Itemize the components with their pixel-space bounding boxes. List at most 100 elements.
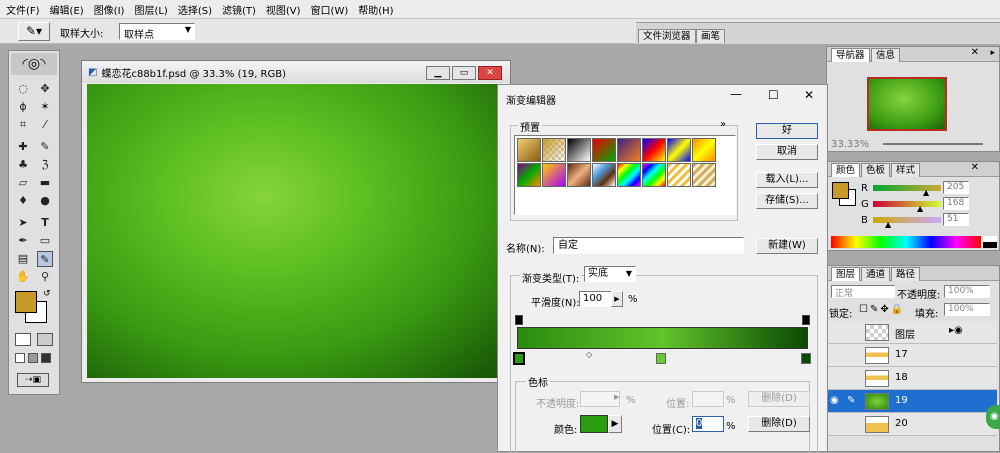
color-midpoint-icon[interactable]: ◇ (586, 350, 592, 359)
lock-icons[interactable]: ☐✎✥🔒 (859, 304, 905, 315)
preset-transparent-stripes[interactable] (667, 163, 691, 187)
navigator-zoom[interactable]: 33.33% (831, 139, 869, 150)
fill-field[interactable]: 100% (944, 303, 990, 316)
stop-color-swatch[interactable] (580, 415, 608, 433)
crop-tool-icon[interactable]: ⌗ (15, 117, 31, 133)
name-input[interactable]: 自定 (553, 237, 744, 254)
healing-brush-icon[interactable]: ✚ (15, 139, 31, 155)
dodge-tool-icon[interactable]: ● (37, 193, 53, 209)
tab-brushes[interactable]: 画笔 (696, 29, 726, 43)
jump-to-imageready-icon[interactable]: ⇢▣ (17, 373, 49, 387)
dialog-close-icon[interactable]: ✕ (804, 88, 814, 102)
gradient-type-select[interactable]: 实底 ▼ (584, 266, 636, 282)
tab-navigator[interactable]: 导航器 (831, 48, 870, 62)
stop-location-input[interactable] (692, 391, 724, 407)
preset-blue-red-yellow[interactable] (642, 138, 666, 162)
g-value-field[interactable]: 168 (943, 197, 969, 210)
panel-close-icon[interactable]: ✕ (971, 47, 979, 58)
b-value-field[interactable]: 51 (943, 213, 969, 226)
blur-tool-icon[interactable]: ♦ (15, 193, 31, 209)
presets-menu-icon[interactable]: » (720, 119, 726, 130)
preset-fg-bg[interactable] (517, 138, 541, 162)
r-slider-thumb-icon[interactable]: ▲ (923, 188, 929, 197)
opacity-stop-left[interactable] (515, 315, 523, 325)
save-button[interactable]: 存储(S)... (756, 193, 818, 209)
dialog-minimize-icon[interactable]: — (730, 87, 742, 101)
preset-black-white[interactable] (567, 138, 591, 162)
maximize-button[interactable]: ▭ (452, 66, 476, 80)
menu-filter[interactable]: 滤镜(T) (222, 2, 256, 17)
menu-layer[interactable]: 图层(L) (134, 2, 167, 17)
preset-spectrum[interactable] (617, 163, 641, 187)
color-stop-middle[interactable] (656, 353, 666, 364)
clone-stamp-icon[interactable]: ♣ (15, 157, 31, 173)
menu-select[interactable]: 选择(S) (178, 2, 212, 17)
gradient-tool-icon[interactable]: ▬ (37, 175, 53, 191)
tab-file-browser[interactable]: 文件浏览器 (638, 29, 696, 43)
new-button[interactable]: 新建(W) (756, 238, 818, 254)
close-button[interactable]: ✕ (478, 66, 502, 80)
b-slider-thumb-icon[interactable]: ▲ (885, 220, 891, 229)
tab-color[interactable]: 颜色 (831, 163, 861, 177)
quickmask-standard-icon[interactable] (15, 333, 31, 346)
menu-edit[interactable]: 编辑(E) (50, 2, 84, 17)
r-slider[interactable] (873, 185, 941, 191)
preset-violet-orange[interactable] (617, 138, 641, 162)
eyedropper-tool-icon[interactable]: ✎ (37, 251, 53, 267)
preset-violet-green-orange[interactable] (517, 163, 541, 187)
tab-paths[interactable]: 路径 (891, 267, 921, 281)
delete-color-stop-button[interactable]: 删除(D) (748, 416, 810, 432)
layer-row[interactable]: 图层 ▸◉ (827, 321, 997, 344)
marquee-tool-icon[interactable]: ◌ (15, 81, 31, 97)
tab-channels[interactable]: 通道 (861, 267, 891, 281)
minimize-button[interactable]: ▁ (426, 66, 450, 80)
preset-orange-yellow[interactable] (692, 138, 716, 162)
panel-close-icon[interactable]: ✕ (971, 162, 979, 173)
gradient-bar[interactable] (517, 327, 808, 349)
history-brush-icon[interactable]: ℨ (37, 157, 53, 173)
path-select-icon[interactable]: ➤ (15, 215, 31, 231)
color-panel-foreground[interactable] (832, 182, 849, 199)
screen-mode-full-menu-icon[interactable] (28, 353, 38, 363)
color-ramp-bw[interactable] (983, 236, 997, 248)
preset-yellow-violet[interactable] (542, 163, 566, 187)
color-ramp[interactable] (831, 236, 981, 248)
tab-layers[interactable]: 图层 (831, 267, 861, 281)
preset-transparent-rainbow[interactable] (642, 163, 666, 187)
ok-button[interactable]: 好 (756, 123, 818, 139)
quickmask-mode-icon[interactable] (37, 333, 53, 346)
stop-position-input[interactable]: 0 (692, 416, 724, 432)
tab-styles[interactable]: 样式 (891, 163, 921, 177)
layer-row[interactable]: 18 (827, 367, 997, 390)
shape-tool-icon[interactable]: ▭ (37, 233, 53, 249)
preset-red-green[interactable] (592, 138, 616, 162)
eye-icon[interactable]: ◉ (830, 395, 839, 406)
zoom-tool-icon[interactable]: ⚲ (37, 269, 53, 285)
swap-colors-icon[interactable]: ↺ (43, 289, 51, 299)
tab-swatches[interactable]: 色板 (861, 163, 891, 177)
lasso-tool-icon[interactable]: ϕ (15, 99, 31, 115)
hand-tool-icon[interactable]: ✋ (15, 269, 31, 285)
move-tool-icon[interactable]: ✥ (37, 81, 53, 97)
load-button[interactable]: 载入(L)... (756, 172, 818, 188)
image-canvas[interactable] (87, 84, 507, 378)
preset-chrome[interactable] (592, 163, 616, 187)
menu-image[interactable]: 图像(I) (94, 2, 125, 17)
tab-info[interactable]: 信息 (871, 48, 901, 62)
menu-view[interactable]: 视图(V) (266, 2, 301, 17)
smoothness-stepper[interactable]: ▶ (611, 291, 623, 307)
r-value-field[interactable]: 205 (943, 181, 969, 194)
stop-opacity-stepper-icon[interactable]: ▶ (614, 393, 619, 401)
preset-neutral-density[interactable] (692, 163, 716, 187)
sample-size-select[interactable]: 取样点 ▼ (119, 23, 195, 41)
menu-file[interactable]: 文件(F) (6, 2, 40, 17)
dialog-maximize-icon[interactable]: ☐ (768, 88, 779, 102)
brush-tool-icon[interactable]: ✎ (37, 139, 53, 155)
preset-blue-yellow-blue[interactable] (667, 138, 691, 162)
delete-opacity-stop-button[interactable]: 删除(D) (748, 391, 810, 407)
panel-menu-icon[interactable]: ▸ (990, 48, 995, 58)
eraser-tool-icon[interactable]: ▱ (15, 175, 31, 191)
navigator-preview[interactable] (867, 77, 947, 131)
slice-tool-icon[interactable]: ⁄ (37, 117, 53, 133)
b-slider[interactable] (873, 217, 941, 223)
